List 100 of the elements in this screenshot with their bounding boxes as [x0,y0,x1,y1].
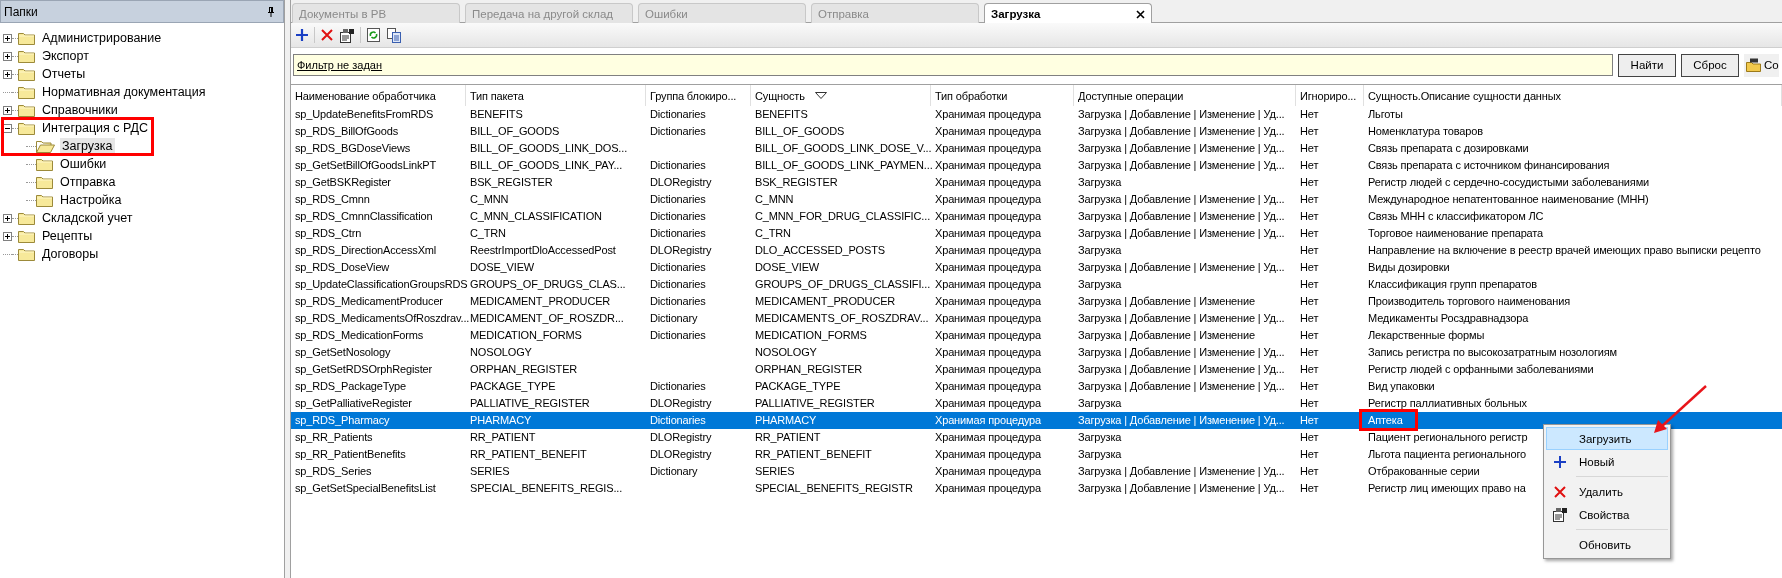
table-cell: sp_GetSetSpecialBenefitsList [295,482,436,494]
table-cell: SERIES [755,465,795,477]
table-cell: Нет [1300,295,1319,307]
tree-item[interactable]: Рецепты [40,228,95,244]
menu-item[interactable]: Удалить [1546,480,1668,503]
table-cell: Торговое наименование препарата [1368,227,1544,239]
table-cell: Хранимая процедура [935,482,1042,494]
table-cell: sp_RDS_DirectionAccessXml [295,244,437,256]
table-cell: Загрузка | Добавление | Изменение | Уд... [1078,414,1285,426]
tree-item[interactable]: Ошибки [58,156,109,172]
table-cell: Нет [1300,125,1319,137]
column-header[interactable]: Группа блокиро... [646,85,751,106]
table-cell: Dictionaries [650,380,706,392]
delete-icon[interactable] [320,28,334,42]
table-cell: Хранимая процедура [935,380,1042,392]
table-cell: sp_RR_Patients [295,431,373,443]
table-cell: Нет [1300,108,1319,120]
folder-icon [18,67,35,81]
column-header[interactable]: Тип обработки [931,85,1074,106]
table-cell: Хранимая процедура [935,227,1042,239]
tree-item[interactable]: Загрузка [60,138,115,154]
column-header[interactable]: Наименование обработчика [291,85,466,106]
tab[interactable]: Загрузка [984,3,1152,24]
column-header[interactable]: Тип пакета [466,85,646,106]
column-header[interactable]: Доступные операции [1074,85,1296,106]
expand-icon[interactable] [3,231,12,241]
tree-item[interactable]: Нормативная документация [40,84,208,100]
table-cell: Нет [1300,210,1319,222]
table-cell: Хранимая процедура [935,397,1042,409]
properties-icon[interactable] [339,27,355,43]
tree-item[interactable]: Справочники [40,102,120,118]
expand-icon[interactable] [3,105,12,115]
table-cell: Производитель торгового наименования [1368,295,1570,307]
export-icon[interactable] [386,27,402,43]
sort-icon[interactable] [814,92,827,99]
table-cell: Загрузка [1078,176,1122,188]
table-cell: Dictionaries [650,414,706,426]
filter-button[interactable]: Найти [1618,53,1676,77]
table-cell: Загрузка | Добавление | Изменение | Уд... [1078,108,1285,120]
table-cell: Хранимая процедура [935,346,1042,358]
table-cell: MEDICAMENTS_OF_ROSZDRAV... [755,312,929,324]
table-cell: Dictionaries [650,278,706,290]
table-cell: Dictionaries [650,193,706,205]
table-cell: Хранимая процедура [935,176,1042,188]
table-cell: Хранимая процедура [935,210,1042,222]
table-cell: sp_RDS_MedicamentsOfRoszdrav... [295,312,470,324]
filter-link[interactable]: Фильтр не задан [297,59,383,71]
plus-icon[interactable] [295,28,309,42]
table-cell: BSK_REGISTER [755,176,838,188]
table-cell: Загрузка | Добавление | Изменение | Уд... [1078,312,1285,324]
tree-item[interactable]: Администрирование [40,30,164,46]
table-cell: DLORegistry [650,176,712,188]
table-cell: Нет [1300,278,1319,290]
table-cell: Загрузка | Добавление | Изменение | Уд... [1078,159,1285,171]
table-cell: Связь препарата с дозировками [1368,142,1529,154]
filter-button[interactable]: Сброс [1681,53,1739,77]
tree-item[interactable]: Отчеты [40,66,88,82]
tree-item[interactable]: Складской учет [40,210,135,226]
table-cell: SPECIAL_BENEFITS_REGISTR [755,482,913,494]
column-header[interactable]: Игнориро... [1296,85,1364,106]
table-cell: Загрузка | Добавление | Изменение [1078,295,1255,307]
table-cell: MEDICAMENT_PRODUCER [755,295,896,307]
refresh-icon[interactable] [366,27,381,43]
pin-icon[interactable] [267,6,275,17]
table-cell: Направление на включение в реестр врачей имеющих право выписки рецепто [1368,244,1761,256]
save-button[interactable]: Со [1744,53,1779,77]
menu-item[interactable]: Новый [1546,450,1668,473]
filter-field[interactable]: Фильтр не задан [293,54,1613,76]
table-cell: Хранимая процедура [935,193,1042,205]
table-cell: PHARMACY [470,414,532,426]
column-header[interactable]: Сущность [751,85,931,106]
expand-icon[interactable] [3,33,12,43]
table-cell: Регистр людей с орфанными заболеваниями [1368,363,1594,375]
table-cell: Регистр лиц имеющих право на [1368,482,1526,494]
column-header[interactable]: Сущность.Описание сущности данных [1364,85,1782,106]
menu-item[interactable]: Обновить [1546,533,1668,556]
table-cell: RR_PATIENT [755,431,821,443]
table-cell: Виды дозировки [1368,261,1450,273]
menu-item[interactable]: Загрузить [1546,427,1668,450]
table-cell: Льготы [1368,108,1403,120]
table-cell: Хранимая процедура [935,312,1042,324]
collapse-icon[interactable] [3,123,12,133]
table-cell: Загрузка | Добавление | Изменение | Уд... [1078,210,1285,222]
selected-row[interactable]: sp_RDS_Pharmacy PHARMACY Dictionaries PHARMACY Хранимая процедура Загрузка | Добавление | Изменение | Уд... Нет Аптека [291,412,1782,429]
table-cell: BILL_OF_GOODS_LINK_DOSE_V... [755,142,932,154]
table-cell: sp_RDS_Ctrn [295,227,362,239]
table-cell: Нет [1300,363,1319,375]
tree-item[interactable]: Договоры [40,246,101,262]
menu-item[interactable]: Свойства [1546,503,1668,526]
table-cell: ReestrImportDloAccessedPost [470,244,616,256]
tree-item[interactable]: Интеграция с РДС [40,120,150,136]
table-cell: RR_PATIENT_BENEFIT [470,448,587,460]
expand-icon[interactable] [3,51,12,61]
close-icon[interactable] [1136,9,1145,19]
expand-icon[interactable] [3,69,12,79]
table-cell: Нет [1300,465,1319,477]
tree-item[interactable]: Настройка [58,192,124,208]
tree-item[interactable]: Экспорт [40,48,91,64]
expand-icon[interactable] [3,213,12,223]
tree-item[interactable]: Отправка [58,174,118,190]
